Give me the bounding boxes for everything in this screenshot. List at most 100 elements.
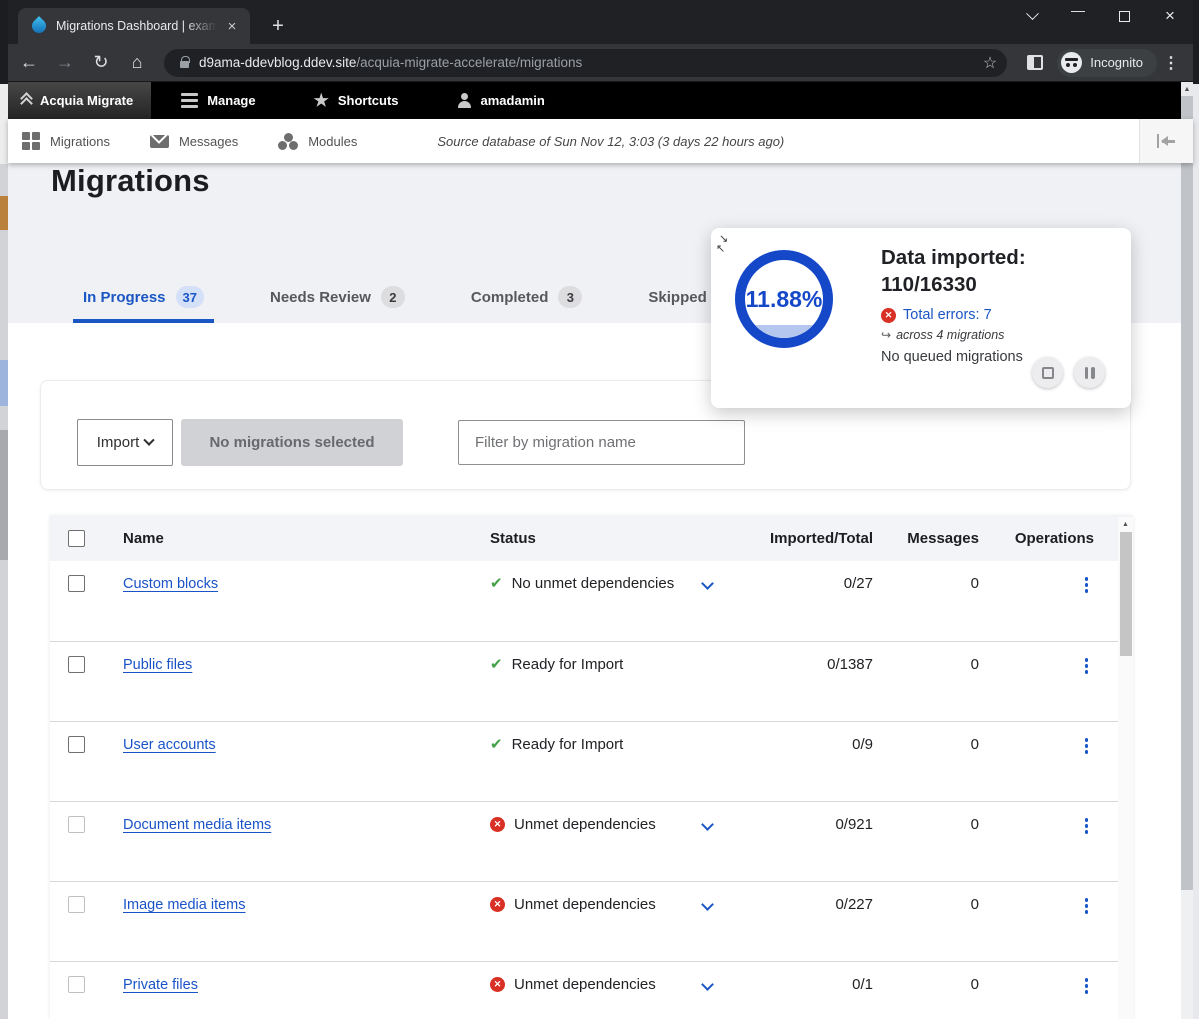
subbar-item-migrations[interactable]: Migrations [8, 132, 124, 150]
tab-search-button[interactable] [1009, 0, 1055, 32]
tab-title: Migrations Dashboard | example [56, 19, 222, 33]
row-checkbox[interactable] [68, 656, 85, 673]
table-row: Custom blocks ✔ No unmet dependencies 0/… [50, 561, 1133, 641]
import-label: Import [97, 434, 140, 451]
scroll-up-arrow-icon[interactable]: ▲ [1181, 82, 1193, 96]
migration-name-link[interactable]: Custom blocks [123, 576, 218, 592]
table-scrollbar[interactable]: ▲ [1118, 517, 1133, 1019]
star-icon: ★ [314, 92, 329, 109]
tab-label: Needs Review [270, 289, 371, 306]
tab-close-icon[interactable]: × [222, 16, 242, 36]
table-body: Custom blocks ✔ No unmet dependencies 0/… [50, 561, 1133, 1019]
tab-label: Skipped [648, 289, 706, 306]
row-checkbox[interactable] [68, 736, 85, 753]
progress-percent: 11.88% [746, 286, 823, 313]
messages-count: 0 [873, 575, 979, 592]
migration-name-link[interactable]: Document media items [123, 817, 271, 833]
messages-count: 0 [873, 896, 979, 913]
status-dropdown-chevron[interactable] [701, 818, 714, 831]
toolbar-item-label: Manage [207, 93, 255, 108]
operations-kebab-menu[interactable] [1079, 816, 1095, 836]
stop-button[interactable] [1032, 357, 1063, 388]
side-panel-icon[interactable] [1027, 55, 1043, 70]
migrations-table: Name Status Imported/Total Messages Oper… [50, 515, 1133, 1019]
window-close-button[interactable]: × [1147, 0, 1193, 32]
table-row: User accounts ✔ Ready for Import 0/9 0 [50, 721, 1133, 801]
header-status: Status [490, 530, 726, 547]
scroll-up-arrow-icon[interactable]: ▲ [1118, 517, 1133, 531]
toolbar-item-manage[interactable]: Manage [165, 82, 271, 119]
minimize-button[interactable]: — [1055, 0, 1101, 26]
subbar-item-messages[interactable]: Messages [136, 134, 252, 149]
migration-name-link[interactable]: Image media items [123, 897, 246, 913]
double-chevron-up-icon [22, 94, 31, 108]
import-dropdown-button[interactable]: Import [77, 419, 173, 466]
toolbar-item-label: Acquia Migrate [40, 93, 133, 108]
filter-input[interactable] [458, 420, 745, 465]
table-row: Document media items ✕ Unmet dependencie… [50, 801, 1133, 881]
envelope-icon [150, 135, 169, 148]
maximize-icon [1119, 11, 1130, 22]
modules-icon [278, 133, 298, 150]
toolbar-item-user[interactable]: amadamin [441, 82, 561, 119]
forward-button[interactable]: → [50, 48, 80, 78]
table-row: Public files ✔ Ready for Import 0/1387 0 [50, 641, 1133, 721]
toolbar-item-shortcuts[interactable]: ★ Shortcuts [298, 82, 415, 119]
total-errors-link[interactable]: Total errors: 7 [903, 307, 992, 323]
status-dropdown-chevron[interactable] [701, 978, 714, 991]
operations-kebab-menu[interactable] [1079, 736, 1095, 756]
progress-widget: ↘↖ 11.88% Data imported: 110/16330 ✕ Tot… [711, 228, 1131, 408]
toolbar-item-acquia-migrate[interactable]: Acquia Migrate [8, 82, 151, 119]
chevron-down-icon [1026, 7, 1039, 20]
status-text: Unmet dependencies [514, 896, 656, 913]
select-all-checkbox[interactable] [68, 530, 85, 547]
status-dropdown-chevron[interactable] [701, 577, 714, 590]
toolbar-collapse-button[interactable] [1139, 119, 1193, 163]
browser-menu-button[interactable]: ⋮ [1163, 53, 1179, 73]
migration-name-link[interactable]: Public files [123, 657, 192, 673]
bookmark-star-icon[interactable]: ☆ [983, 53, 997, 73]
new-tab-button[interactable]: + [264, 12, 292, 40]
url-path: /acquia-migrate-accelerate/migrations [356, 55, 582, 70]
row-checkbox[interactable] [68, 816, 85, 833]
status-dropdown-chevron[interactable] [701, 898, 714, 911]
migration-status-tab[interactable]: Needs Review 2 [260, 286, 415, 323]
imported-total-value: 0/27 [726, 575, 873, 592]
subbar-item-label: Migrations [50, 134, 110, 149]
subbar-item-modules[interactable]: Modules [264, 133, 371, 150]
pause-button[interactable] [1074, 357, 1105, 388]
no-migrations-selected-button[interactable]: No migrations selected [181, 419, 403, 466]
operations-kebab-menu[interactable] [1079, 976, 1095, 996]
toolbar-item-label: amadamin [481, 93, 545, 108]
imported-total-value: 0/921 [726, 816, 873, 833]
migration-name-link[interactable]: Private files [123, 977, 198, 993]
imported-total-value: 0/227 [726, 896, 873, 913]
home-button[interactable]: ⌂ [122, 48, 152, 78]
header-operations: Operations [979, 530, 1100, 547]
row-checkbox[interactable] [68, 575, 85, 592]
back-button[interactable]: ← [14, 48, 44, 78]
resize-handle-icon[interactable]: ↘↖ [719, 234, 728, 254]
reload-button[interactable]: ↻ [86, 48, 116, 78]
tab-label: Completed [471, 289, 549, 306]
migration-status-tab[interactable]: In Progress 37 [73, 286, 214, 323]
source-database-note: Source database of Sun Nov 12, 3:03 (3 d… [437, 134, 784, 149]
header-messages: Messages [873, 530, 979, 547]
table-scrollbar-thumb[interactable] [1120, 532, 1132, 656]
operations-kebab-menu[interactable] [1079, 575, 1095, 595]
url-host: d9ama-ddevblog.ddev.site [199, 55, 356, 70]
page-scrollbar-thumb[interactable] [1181, 96, 1193, 890]
messages-count: 0 [873, 736, 979, 753]
maximize-button[interactable] [1101, 0, 1147, 32]
migration-name-link[interactable]: User accounts [123, 737, 216, 753]
migration-status-tab[interactable]: Completed 3 [461, 286, 593, 323]
page-title: Migrations [51, 163, 210, 199]
row-checkbox[interactable] [68, 976, 85, 993]
browser-tab[interactable]: Migrations Dashboard | example × [18, 8, 250, 44]
migration-status-tab[interactable]: Skipped [638, 286, 716, 323]
row-checkbox[interactable] [68, 896, 85, 913]
page-scrollbar[interactable]: ▲ [1181, 82, 1193, 1019]
operations-kebab-menu[interactable] [1079, 896, 1095, 916]
operations-kebab-menu[interactable] [1079, 656, 1095, 676]
address-bar[interactable]: d9ama-ddevblog.ddev.site/acquia-migrate-… [164, 49, 1007, 77]
